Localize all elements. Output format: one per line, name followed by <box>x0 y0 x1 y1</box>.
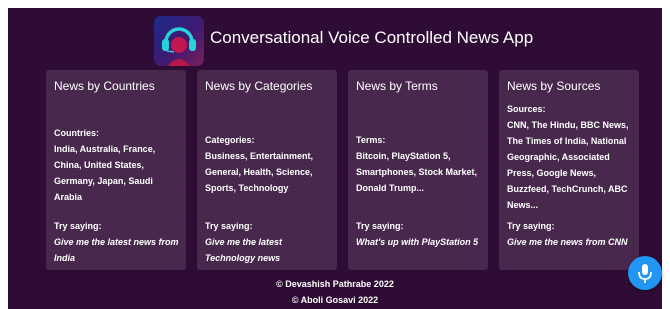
card-news-by-sources: News by Sources Sources: CNN, The Hindu, … <box>499 70 639 270</box>
try-saying-label: Try saying: <box>205 221 253 231</box>
app-title: Conversational Voice Controlled News App <box>210 28 534 47</box>
card-title: News by Sources <box>507 79 601 93</box>
try-saying-example: Give me the latest Technology news <box>205 237 283 263</box>
card-try-section: Try saying: What's up with PlayStation 5 <box>356 218 482 250</box>
app-logo <box>154 16 204 66</box>
card-news-by-terms: News by Terms Terms: Bitcoin, PlayStation… <box>348 70 488 270</box>
try-saying-example: What's up with PlayStation 5 <box>356 237 479 247</box>
card-news-by-categories: News by Categories Categories: Business, … <box>197 70 337 270</box>
headset-head-icon <box>162 27 196 66</box>
voice-assistant-button[interactable] <box>628 256 662 290</box>
app-background: Conversational Voice Controlled News App… <box>8 8 662 309</box>
try-saying-label: Try saying: <box>356 221 404 231</box>
try-saying-example: Give me the news from CNN <box>507 237 628 247</box>
card-title: News by Countries <box>54 79 155 93</box>
card-try-section: Try saying: Give me the latest news from… <box>54 218 180 266</box>
footer-credit-1: © Devashish Pathrabe 2022 <box>276 279 394 289</box>
try-saying-example: Give me the latest news from India <box>54 237 179 263</box>
card-try-section: Try saying: Give me the news from CNN <box>507 218 633 250</box>
try-saying-label: Try saying: <box>507 221 555 231</box>
footer: © Devashish Pathrabe 2022 © Aboli Gosavi… <box>8 276 662 308</box>
card-body: Sources: CNN, The Hindu, BBC News, The Ti… <box>507 104 629 210</box>
card-news-by-countries: News by Countries Countries: India, Austr… <box>46 70 186 270</box>
card-body: Terms: Bitcoin, PlayStation 5, Smartphone… <box>356 135 478 193</box>
card-body: Countries: India, Australia, France, Chin… <box>54 128 156 202</box>
card-body: Categories: Business, Entertainment, Gene… <box>205 135 314 193</box>
card-try-section: Try saying: Give me the latest Technolog… <box>205 218 331 266</box>
microphone-icon <box>638 264 652 283</box>
card-title: News by Categories <box>205 79 313 93</box>
footer-credit-2: © Aboli Gosavi 2022 <box>291 295 379 305</box>
try-saying-label: Try saying: <box>54 221 102 231</box>
card-title: News by Terms <box>356 79 438 93</box>
